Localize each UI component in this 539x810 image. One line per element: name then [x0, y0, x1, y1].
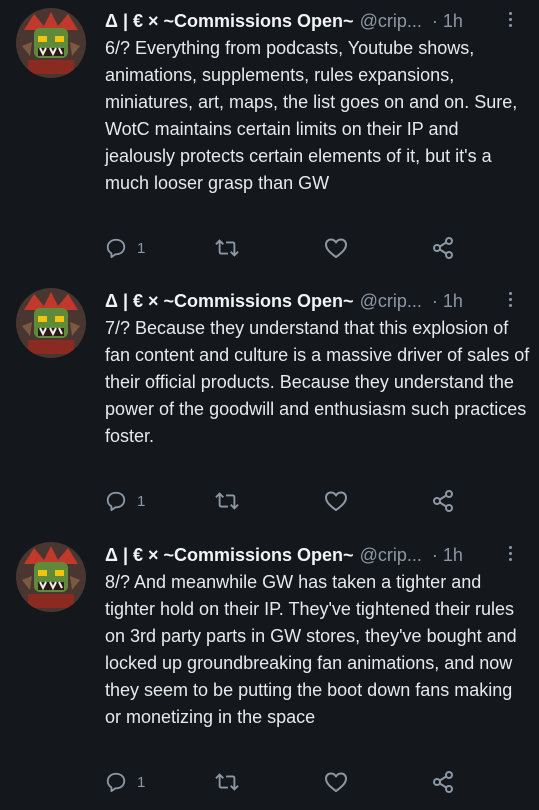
- heart-icon: [325, 772, 347, 792]
- reply-button[interactable]: 1: [105, 489, 145, 513]
- reply-count: 1: [137, 239, 146, 257]
- orc-avatar-image: [16, 8, 86, 78]
- avatar[interactable]: [16, 8, 86, 78]
- share-icon: [433, 771, 453, 793]
- like-button[interactable]: [324, 236, 348, 260]
- share-icon: [433, 237, 453, 259]
- retweet-button[interactable]: [215, 770, 239, 794]
- user-handle[interactable]: @crip...: [360, 545, 422, 565]
- avatar[interactable]: [16, 288, 86, 358]
- reply-icon: [106, 238, 126, 259]
- heart-icon: [325, 491, 347, 511]
- tweet-actions: 1: [105, 236, 465, 260]
- timestamp[interactable]: · 1h: [432, 11, 463, 31]
- tweet-text: 6/? Everything from podcasts, Youtube sh…: [105, 38, 518, 193]
- user-handle[interactable]: @crip...: [360, 291, 422, 311]
- tweet[interactable]: Δ | € × ~Commissions Open~ @crip... · 1h 8…: [0, 542, 539, 810]
- retweet-icon: [215, 492, 239, 510]
- tweet-actions: 1: [105, 770, 465, 794]
- retweet-button[interactable]: [215, 489, 239, 513]
- reply-icon: [106, 491, 126, 512]
- tweet-actions: 1: [105, 489, 465, 513]
- share-button[interactable]: [431, 236, 455, 260]
- display-name[interactable]: Δ | € × ~Commissions Open~: [105, 291, 354, 311]
- like-button[interactable]: [324, 770, 348, 794]
- retweet-icon: [215, 239, 239, 257]
- orc-avatar-image: [16, 542, 86, 612]
- more-options-icon[interactable]: [507, 292, 513, 310]
- tweet-header: Δ | € × ~Commissions Open~ @crip... · 1h: [105, 542, 525, 568]
- tweet[interactable]: Δ | € × ~Commissions Open~ @crip... · 1h 6…: [0, 8, 539, 280]
- tweet-text: 7/? Because they understand that this ex…: [105, 318, 530, 446]
- reply-button[interactable]: 1: [105, 770, 145, 794]
- tweet-text: 8/? And meanwhile GW has taken a tighter…: [105, 572, 517, 727]
- share-icon: [433, 490, 453, 512]
- tweet[interactable]: Δ | € × ~Commissions Open~ @crip... · 1h 7…: [0, 288, 539, 538]
- orc-avatar-image: [16, 288, 86, 358]
- heart-icon: [325, 238, 347, 258]
- more-options-icon[interactable]: [507, 12, 513, 30]
- reply-count: 1: [137, 492, 146, 510]
- tweet-header: Δ | € × ~Commissions Open~ @crip... · 1h: [105, 8, 525, 34]
- display-name[interactable]: Δ | € × ~Commissions Open~: [105, 11, 354, 31]
- timestamp[interactable]: · 1h: [432, 545, 463, 565]
- tweet-header: Δ | € × ~Commissions Open~ @crip... · 1h: [105, 288, 525, 314]
- share-button[interactable]: [431, 489, 455, 513]
- retweet-icon: [215, 773, 239, 791]
- user-handle[interactable]: @crip...: [360, 11, 422, 31]
- display-name[interactable]: Δ | € × ~Commissions Open~: [105, 545, 354, 565]
- like-button[interactable]: [324, 489, 348, 513]
- avatar[interactable]: [16, 542, 86, 612]
- timestamp[interactable]: · 1h: [432, 291, 463, 311]
- reply-count: 1: [137, 773, 146, 791]
- reply-button[interactable]: 1: [105, 236, 145, 260]
- share-button[interactable]: [431, 770, 455, 794]
- more-options-icon[interactable]: [507, 546, 513, 564]
- reply-icon: [106, 772, 126, 793]
- retweet-button[interactable]: [215, 236, 239, 260]
